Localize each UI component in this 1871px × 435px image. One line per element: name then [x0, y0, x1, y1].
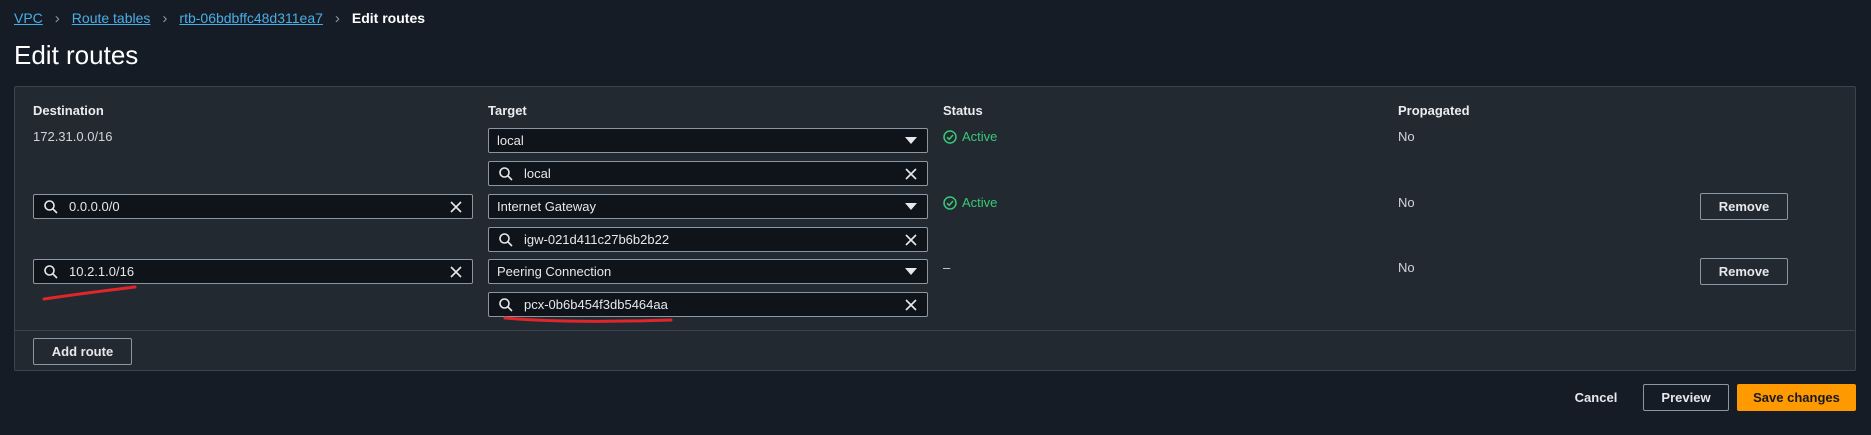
search-icon — [499, 166, 513, 181]
propagated-text: No — [1398, 260, 1415, 275]
panel-footer: Add route — [15, 330, 1855, 371]
route-destination-text: 172.31.0.0/16 — [33, 129, 113, 144]
remove-route-button[interactable]: Remove — [1700, 193, 1788, 220]
clear-icon[interactable] — [904, 298, 918, 312]
status-badge: Active — [943, 195, 997, 210]
chevron-right-icon: › — [162, 9, 168, 27]
status-text: – — [943, 260, 951, 275]
target-id-input[interactable]: local — [488, 161, 928, 186]
target-type-value: local — [497, 133, 524, 148]
propagated-text: No — [1398, 129, 1415, 144]
dropdown-caret-icon — [905, 268, 917, 275]
target-type-select[interactable]: Internet Gateway — [488, 194, 928, 219]
column-header-status: Status — [943, 103, 983, 118]
target-id-input[interactable]: igw-021d411c27b6b2b22 — [488, 227, 928, 252]
status-success-icon — [943, 129, 957, 144]
status-badge: Active — [943, 129, 997, 144]
clear-icon[interactable] — [449, 265, 463, 279]
status-text: Active — [962, 195, 998, 210]
search-icon — [499, 297, 513, 312]
target-type-select[interactable]: Peering Connection — [488, 259, 928, 284]
annotation-underline — [503, 316, 673, 323]
target-type-value: Peering Connection — [497, 264, 612, 279]
destination-input[interactable]: 0.0.0.0/0 — [33, 194, 473, 219]
status-text: Active — [962, 129, 998, 144]
clear-icon[interactable] — [904, 167, 918, 181]
target-id-value: local — [524, 166, 551, 181]
target-type-select[interactable]: local — [488, 128, 928, 153]
destination-value: 10.2.1.0/16 — [69, 264, 135, 279]
dropdown-caret-icon — [905, 137, 917, 144]
column-header-propagated: Propagated — [1398, 103, 1470, 118]
target-id-value: pcx-0b6b454f3db5464aa — [524, 297, 668, 312]
breadcrumb-route-table-id-link[interactable]: rtb-06bdbffc48d311ea7 — [179, 10, 323, 26]
search-icon — [44, 264, 58, 279]
target-type-value: Internet Gateway — [497, 199, 596, 214]
routes-panel: Destination Target Status Propagated 172… — [14, 86, 1856, 371]
page-title: Edit routes — [14, 40, 139, 70]
cancel-button[interactable]: Cancel — [1560, 384, 1632, 411]
preview-button[interactable]: Preview — [1643, 384, 1729, 411]
search-icon — [44, 199, 58, 214]
breadcrumb-vpc-link[interactable]: VPC — [14, 10, 43, 26]
clear-icon[interactable] — [449, 200, 463, 214]
breadcrumb: VPC › Route tables › rtb-06bdbffc48d311e… — [14, 9, 425, 27]
column-header-destination: Destination — [33, 103, 104, 118]
annotation-underline — [42, 285, 137, 301]
column-header-target: Target — [488, 103, 527, 118]
dropdown-caret-icon — [905, 203, 917, 210]
propagated-text: No — [1398, 195, 1415, 210]
chevron-right-icon: › — [54, 9, 60, 27]
destination-value: 0.0.0.0/0 — [69, 199, 120, 214]
save-changes-button[interactable]: Save changes — [1737, 384, 1856, 411]
add-route-button[interactable]: Add route — [33, 338, 132, 365]
breadcrumb-current: Edit routes — [351, 10, 426, 26]
status-success-icon — [943, 195, 957, 210]
remove-route-button[interactable]: Remove — [1700, 258, 1788, 285]
target-id-value: igw-021d411c27b6b2b22 — [524, 232, 670, 247]
breadcrumb-route-tables-link[interactable]: Route tables — [72, 10, 151, 26]
chevron-right-icon: › — [334, 9, 340, 27]
search-icon — [499, 232, 513, 247]
clear-icon[interactable] — [904, 233, 918, 247]
destination-input[interactable]: 10.2.1.0/16 — [33, 259, 473, 284]
